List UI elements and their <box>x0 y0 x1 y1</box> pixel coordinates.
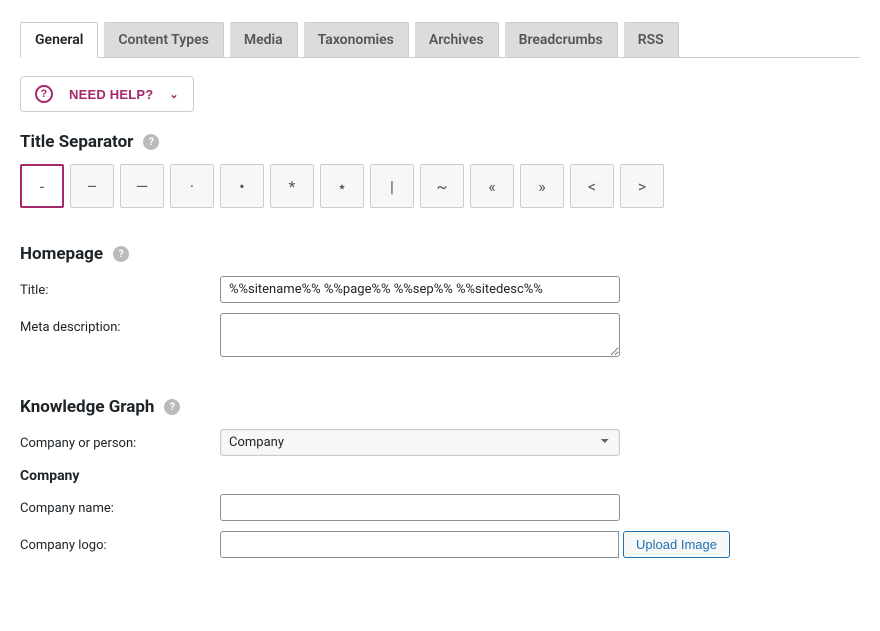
tab-content-types[interactable]: Content Types <box>104 22 223 57</box>
company-name-label: Company name: <box>20 494 220 516</box>
company-logo-label: Company logo: <box>20 531 220 553</box>
chevron-down-icon: ⌄ <box>169 88 178 101</box>
separator-option[interactable]: - <box>20 164 64 208</box>
need-help-label: NEED HELP? <box>69 87 153 102</box>
company-name-input[interactable] <box>220 494 620 521</box>
knowledge-graph-heading: Knowledge Graph ? <box>20 397 860 417</box>
separator-option[interactable]: < <box>570 164 614 208</box>
tab-media[interactable]: Media <box>230 22 298 57</box>
separator-option[interactable]: > <box>620 164 664 208</box>
separator-option[interactable]: ~ <box>420 164 464 208</box>
tab-taxonomies[interactable]: Taxonomies <box>304 22 409 57</box>
homepage-meta-label: Meta description: <box>20 313 220 335</box>
separator-option[interactable]: · <box>170 164 214 208</box>
help-icon[interactable]: ? <box>164 399 180 415</box>
tab-bar: GeneralContent TypesMediaTaxonomiesArchi… <box>20 22 860 58</box>
need-help-button[interactable]: ? NEED HELP? ⌄ <box>20 76 194 112</box>
title-separator-heading: Title Separator ? <box>20 132 860 152</box>
company-or-person-select[interactable]: Company <box>220 429 620 456</box>
separator-option[interactable]: | <box>370 164 414 208</box>
separator-option[interactable]: — <box>120 164 164 208</box>
company-or-person-label: Company or person: <box>20 429 220 451</box>
separator-options: -–—·•*⋆|~«»<> <box>20 164 860 208</box>
separator-option[interactable]: « <box>470 164 514 208</box>
upload-image-button[interactable]: Upload Image <box>623 531 730 558</box>
tab-archives[interactable]: Archives <box>415 22 499 57</box>
separator-option[interactable]: ⋆ <box>320 164 364 208</box>
separator-option[interactable]: – <box>70 164 114 208</box>
question-icon: ? <box>35 85 53 103</box>
company-logo-input[interactable] <box>220 531 619 558</box>
homepage-meta-textarea[interactable] <box>220 313 620 357</box>
separator-option[interactable]: • <box>220 164 264 208</box>
tab-breadcrumbs[interactable]: Breadcrumbs <box>505 22 618 57</box>
help-icon[interactable]: ? <box>143 134 159 150</box>
separator-option[interactable]: » <box>520 164 564 208</box>
company-subheading: Company <box>20 468 860 484</box>
help-icon[interactable]: ? <box>113 246 129 262</box>
homepage-title-label: Title: <box>20 276 220 298</box>
tab-general[interactable]: General <box>20 22 98 58</box>
tab-rss[interactable]: RSS <box>624 22 679 57</box>
homepage-title-input[interactable] <box>220 276 620 303</box>
homepage-heading: Homepage ? <box>20 244 860 264</box>
separator-option[interactable]: * <box>270 164 314 208</box>
